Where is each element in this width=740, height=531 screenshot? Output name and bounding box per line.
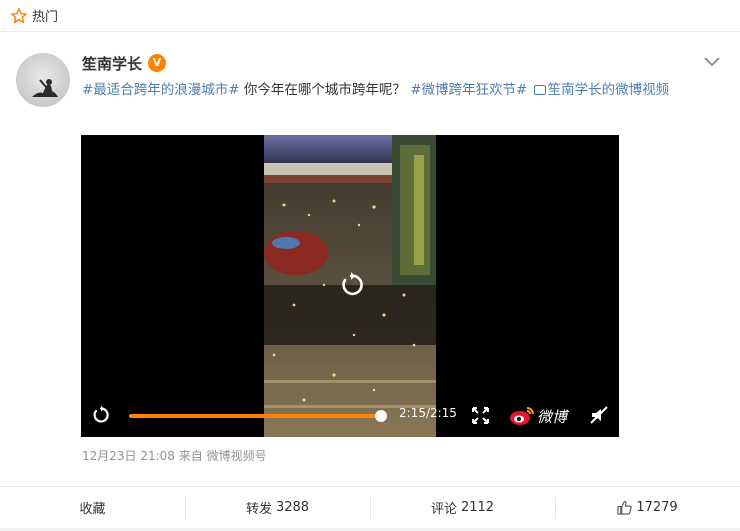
video-icon [533,85,546,95]
topic-tag-new-year-festival[interactable]: #微博跨年狂欢节# [410,82,527,98]
like-count: 17279 [636,500,678,515]
verified-badge-icon [148,54,167,72]
like-button[interactable]: 17279 [555,487,740,528]
comment-button[interactable]: 评论 2112 [370,487,555,528]
comment-label: 评论 [430,502,457,517]
weibo-eye-icon [510,407,534,425]
avatar-silhouette-icon [32,79,58,97]
topic-tag-romantic-city[interactable]: #最适合跨年的浪漫城市# [82,82,240,98]
collect-button[interactable]: 收藏 [0,487,185,528]
weibo-post-page: 热门 笙南学长 #最适合跨年的浪漫城市# 你今年在哪个城市跨年呢？ #微博跨年狂… [0,0,740,531]
author-row: 笙南学长 [82,52,167,74]
collect-label: 收藏 [79,502,106,517]
action-bar: 收藏 转发 3288 评论 2112 17279 [0,486,740,528]
hot-label: 热门 [32,10,59,25]
video-player[interactable]: 2:15/2:15 微博 [81,135,619,437]
time-readout: 2:15/2:15 [399,406,457,420]
post-question: 你今年在哪个城市跨年呢？ [239,82,411,98]
progress-handle[interactable] [375,410,387,422]
fullscreen-icon[interactable] [472,407,489,424]
repost-label: 转发 [245,502,272,517]
progress-fill [129,414,381,418]
post-text: #最适合跨年的浪漫城市# 你今年在哪个城市跨年呢？ #微博跨年狂欢节# 笙南学长… [82,79,712,102]
chevron-down-icon[interactable] [703,56,721,68]
progress-bar[interactable] [129,410,387,422]
hot-header: 热门 [0,0,740,32]
replay-icon[interactable] [337,271,365,299]
video-link-label: 笙南学长的微博视频 [547,82,670,98]
repost-button[interactable]: 转发 3288 [185,487,370,528]
post-meta: 12月23日 21:08 来自 微博视频号 [82,449,267,463]
weibo-brand: 微博 [537,407,568,426]
avatar[interactable] [16,53,70,107]
star-icon [11,7,27,23]
author-name[interactable]: 笙南学长 [82,53,142,74]
video-controls: 2:15/2:15 微博 [81,397,619,437]
mute-icon[interactable] [590,406,608,424]
video-link[interactable]: 笙南学长的微博视频 [532,82,670,98]
repost-count: 3288 [275,500,310,515]
replay-small-icon[interactable] [91,405,111,425]
thumbs-up-icon [617,500,633,515]
comment-count: 2112 [460,500,495,515]
weibo-logo: 微博 [509,403,567,429]
